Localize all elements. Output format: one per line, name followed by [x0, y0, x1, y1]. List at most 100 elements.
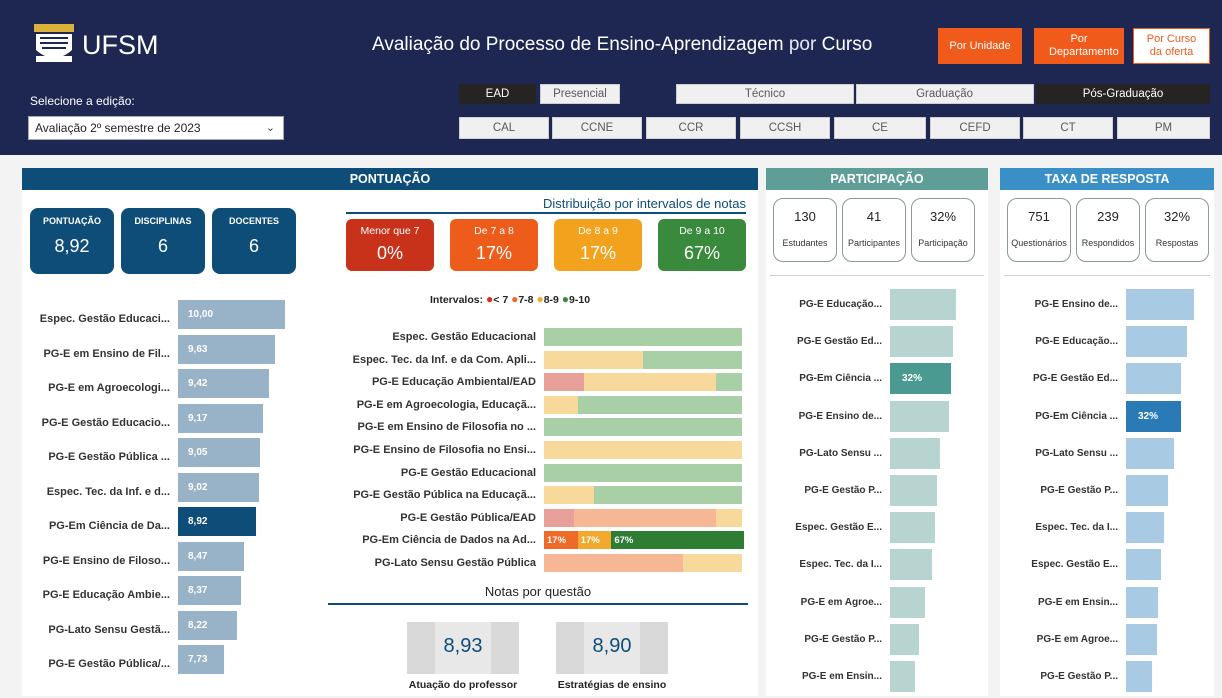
dist-box: De 9 a 10 67%	[658, 219, 746, 271]
legend-item: ●7-8	[511, 292, 536, 306]
participacao-title: PARTICIPAÇÃO	[766, 168, 988, 190]
ranking-bar[interactable]: 8,22	[178, 610, 237, 640]
stack-segment	[544, 463, 742, 482]
stack-label: PG-E Gestão Pública/EAD	[400, 511, 536, 524]
taxa-ranking-bar[interactable]	[1126, 586, 1158, 618]
stack-bar[interactable]	[544, 463, 742, 482]
participacao-ranking-bar[interactable]	[890, 289, 956, 320]
stack-bar[interactable]	[544, 395, 742, 414]
filter-unit-ce[interactable]: CE	[834, 117, 926, 139]
card-label: Participantes	[847, 238, 901, 248]
ranking-bar[interactable]: 8,92	[178, 507, 256, 536]
stack-bar[interactable]: 17% 17% 67%	[544, 531, 744, 550]
participacao-ranking-bar[interactable]	[890, 549, 932, 581]
card-label: Participação	[918, 238, 968, 248]
por-curso-button[interactable]: Por Curso da oferta	[1133, 28, 1210, 64]
edition-value: Avaliação 2º semestre de 2023	[35, 121, 201, 135]
filter-presencial[interactable]: Presencial	[540, 84, 620, 104]
participacao-ranking-bar[interactable]	[890, 437, 940, 469]
taxa-ranking-label: PG-E Ensino de...	[1034, 299, 1118, 310]
ranking-bar[interactable]: 8,47	[178, 541, 244, 571]
filter-unit-ct[interactable]: CT	[1023, 117, 1113, 139]
taxa-ranking-bar[interactable]	[1126, 363, 1181, 395]
stack-segment: 67%	[611, 531, 744, 550]
stack-segment	[544, 373, 584, 392]
stack-segment	[544, 554, 683, 572]
taxa-ranking-bar[interactable]	[1126, 661, 1152, 692]
stack-bar[interactable]	[544, 508, 742, 527]
stack-label: PG-E Ensino de Filosofia no Ensi...	[353, 444, 536, 456]
ranking-bar[interactable]: 9,05	[178, 438, 260, 467]
ranking-bar[interactable]: 9,17	[178, 403, 263, 433]
stack-label: PG-Em Ciência de Dados na Ad...	[362, 534, 536, 547]
filter-unit-cal[interactable]: CAL	[459, 117, 549, 139]
notas-divider	[328, 603, 748, 605]
stack-label: Espec. Tec. da Inf. e da Com. Apli...	[352, 353, 536, 366]
page-title: Avaliação do Processo de Ensino-Aprendiz…	[372, 34, 873, 55]
card-value: 130	[794, 209, 816, 224]
stack-bar[interactable]	[544, 373, 742, 392]
ranking-bar[interactable]: 8,37	[178, 576, 241, 605]
taxa-ranking-label: PG-E em Ensin...	[1037, 596, 1118, 608]
taxa-ranking-label: PG-E em Agroe...	[1036, 633, 1118, 645]
participacao-ranking-label: PG-E Gestão P...	[804, 485, 882, 496]
card-value: 239	[1097, 209, 1119, 224]
filter-pos-graduacao[interactable]: Pós-Graduação	[1036, 84, 1210, 104]
ranking-bar[interactable]: 7,73	[178, 645, 224, 674]
filter-ead[interactable]: EAD	[459, 84, 536, 104]
ranking-bar[interactable]: 9,63	[178, 334, 275, 364]
edition-label: Selecione a edição:	[30, 94, 135, 108]
kpi-label: PONTUAÇÃO	[43, 216, 101, 226]
chevron-down-icon[interactable]: ⌄	[266, 121, 275, 134]
por-unidade-button[interactable]: Por Unidade	[938, 28, 1022, 64]
ranking-label: PG-E em Ensino de Fil...	[43, 347, 170, 360]
ranking-bar[interactable]: 9,02	[178, 472, 259, 502]
taxa-ranking-bar[interactable]	[1126, 549, 1161, 581]
taxa-ranking-label: PG-Em Ciência ...	[1035, 410, 1118, 422]
stack-bar[interactable]	[544, 486, 742, 505]
dist-label: Menor que 7	[360, 225, 420, 237]
filter-unit-ccsh[interactable]: CCSH	[740, 117, 830, 139]
filter-graduacao[interactable]: Graduação	[856, 84, 1034, 104]
participacao-ranking-bar[interactable]	[890, 623, 919, 655]
participacao-ranking-bar[interactable]	[890, 661, 915, 692]
stack-segment	[716, 508, 742, 527]
taxa-ranking-bar[interactable]	[1126, 623, 1157, 655]
filter-unit-pm[interactable]: PM	[1117, 117, 1210, 139]
taxa-ranking-bar[interactable]	[1126, 437, 1174, 469]
taxa-ranking-bar[interactable]	[1126, 289, 1194, 320]
taxa-ranking-label: PG-E Gestão Ed...	[1032, 373, 1118, 385]
filter-unit-ccne[interactable]: CCNE	[552, 117, 642, 139]
participacao-ranking-bar[interactable]	[890, 586, 925, 618]
pontuacao-title: PONTUAÇÃO	[22, 168, 758, 190]
notas-title: Notas por questão	[484, 584, 592, 599]
por-departamento-button[interactable]: Por Departamento	[1034, 28, 1124, 64]
filter-unit-cefd[interactable]: CEFD	[930, 117, 1020, 139]
participacao-ranking-label: Espec. Tec. da I...	[799, 559, 882, 571]
stack-segment	[544, 441, 742, 459]
taxa-ranking-bar[interactable]	[1126, 326, 1187, 358]
edition-select[interactable]: Avaliação 2º semestre de 2023 ⌄	[28, 116, 284, 140]
taxa-ranking-bar[interactable]	[1126, 512, 1164, 544]
stack-bar[interactable]	[544, 554, 742, 572]
card-value: 751	[1028, 209, 1050, 224]
filter-tecnico[interactable]: Técnico	[676, 84, 854, 104]
participacao-ranking-bar[interactable]: 32%	[890, 363, 951, 395]
stack-bar[interactable]	[544, 418, 742, 437]
taxa-ranking-bar[interactable]: 32%	[1126, 400, 1181, 432]
dist-box: De 7 a 8 17%	[450, 219, 538, 271]
participacao-ranking-bar[interactable]	[890, 475, 937, 506]
participacao-ranking-bar[interactable]	[890, 512, 935, 544]
filter-unit-ccr[interactable]: CCR	[646, 117, 736, 139]
participacao-ranking-bar[interactable]	[890, 326, 953, 358]
stack-segment	[643, 350, 742, 369]
stack-bar[interactable]	[544, 441, 742, 459]
stack-bar[interactable]	[544, 328, 742, 346]
stack-bar[interactable]	[544, 350, 742, 369]
taxa-ranking-bar[interactable]	[1126, 475, 1168, 506]
ranking-bar[interactable]: 9,42	[178, 369, 269, 398]
kpi-label: DOCENTES	[228, 216, 279, 226]
ranking-bar[interactable]: 10,00	[178, 300, 285, 329]
card-value: 32%	[1163, 209, 1191, 224]
participacao-ranking-bar[interactable]	[890, 400, 949, 432]
